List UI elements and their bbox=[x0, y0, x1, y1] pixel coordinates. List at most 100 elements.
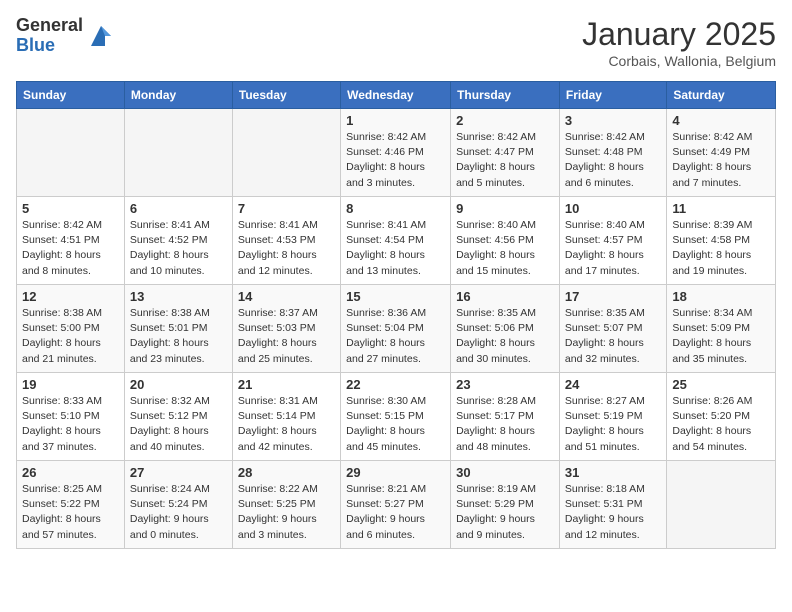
page-header: General Blue January 2025 Corbais, Wallo… bbox=[16, 16, 776, 69]
calendar-week-row: 5 Sunrise: 8:42 AM Sunset: 4:51 PM Daylig… bbox=[17, 197, 776, 285]
calendar-cell: 14 Sunrise: 8:37 AM Sunset: 5:03 PM Dayli… bbox=[232, 285, 340, 373]
calendar-cell bbox=[124, 109, 232, 197]
calendar-cell: 12 Sunrise: 8:38 AM Sunset: 5:00 PM Dayli… bbox=[17, 285, 125, 373]
calendar-cell: 19Sunrise: 8:33 AM Sunset: 5:10 PM Dayli… bbox=[17, 373, 125, 461]
day-info: Sunrise: 8:38 AM Sunset: 5:01 PM Dayligh… bbox=[130, 306, 227, 367]
calendar-cell: 30 Sunrise: 8:19 AM Sunset: 5:29 PM Dayli… bbox=[451, 461, 560, 549]
day-info: Sunrise: 8:38 AM Sunset: 5:00 PM Dayligh… bbox=[22, 306, 119, 367]
calendar-cell: 28 Sunrise: 8:22 AM Sunset: 5:25 PM Dayli… bbox=[232, 461, 340, 549]
calendar-cell: 31 Sunrise: 8:18 AM Sunset: 5:31 PM Dayli… bbox=[559, 461, 666, 549]
day-info: Sunrise: 8:18 AM Sunset: 5:31 PM Dayligh… bbox=[565, 482, 661, 543]
calendar-cell: 21 Sunrise: 8:31 AM Sunset: 5:14 PM Dayli… bbox=[232, 373, 340, 461]
title-block: January 2025 Corbais, Wallonia, Belgium bbox=[582, 16, 776, 69]
logo-blue: Blue bbox=[16, 36, 83, 56]
day-info: Sunrise: 8:22 AM Sunset: 5:25 PM Dayligh… bbox=[238, 482, 335, 543]
calendar-cell: 16 Sunrise: 8:35 AM Sunset: 5:06 PM Dayli… bbox=[451, 285, 560, 373]
weekday-header: Tuesday bbox=[232, 82, 340, 109]
day-number: 3 bbox=[565, 113, 661, 128]
calendar-cell: 25 Sunrise: 8:26 AM Sunset: 5:20 PM Dayli… bbox=[667, 373, 776, 461]
day-info: Sunrise: 8:41 AM Sunset: 4:54 PM Dayligh… bbox=[346, 218, 445, 279]
weekday-header: Wednesday bbox=[341, 82, 451, 109]
day-info: Sunrise: 8:42 AM Sunset: 4:51 PM Dayligh… bbox=[22, 218, 119, 279]
calendar-cell: 11 Sunrise: 8:39 AM Sunset: 4:58 PM Dayli… bbox=[667, 197, 776, 285]
calendar-cell: 2 Sunrise: 8:42 AM Sunset: 4:47 PM Daylig… bbox=[451, 109, 560, 197]
weekday-header: Sunday bbox=[17, 82, 125, 109]
calendar-cell: 4Sunrise: 8:42 AM Sunset: 4:49 PM Daylig… bbox=[667, 109, 776, 197]
day-info: Sunrise: 8:42 AM Sunset: 4:46 PM Dayligh… bbox=[346, 130, 445, 191]
day-info: Sunrise: 8:40 AM Sunset: 4:57 PM Dayligh… bbox=[565, 218, 661, 279]
calendar-week-row: 26 Sunrise: 8:25 AM Sunset: 5:22 PM Dayli… bbox=[17, 461, 776, 549]
calendar-week-row: 19Sunrise: 8:33 AM Sunset: 5:10 PM Dayli… bbox=[17, 373, 776, 461]
day-number: 27 bbox=[130, 465, 227, 480]
calendar-cell bbox=[667, 461, 776, 549]
day-info: Sunrise: 8:19 AM Sunset: 5:29 PM Dayligh… bbox=[456, 482, 554, 543]
calendar-cell: 20 Sunrise: 8:32 AM Sunset: 5:12 PM Dayli… bbox=[124, 373, 232, 461]
day-info: Sunrise: 8:35 AM Sunset: 5:07 PM Dayligh… bbox=[565, 306, 661, 367]
calendar-cell bbox=[232, 109, 340, 197]
calendar-cell: 5 Sunrise: 8:42 AM Sunset: 4:51 PM Daylig… bbox=[17, 197, 125, 285]
day-info: Sunrise: 8:21 AM Sunset: 5:27 PM Dayligh… bbox=[346, 482, 445, 543]
day-number: 18 bbox=[672, 289, 770, 304]
calendar-week-row: 12 Sunrise: 8:38 AM Sunset: 5:00 PM Dayli… bbox=[17, 285, 776, 373]
day-number: 14 bbox=[238, 289, 335, 304]
weekday-header: Saturday bbox=[667, 82, 776, 109]
day-number: 21 bbox=[238, 377, 335, 392]
calendar-cell: 26 Sunrise: 8:25 AM Sunset: 5:22 PM Dayli… bbox=[17, 461, 125, 549]
day-info: Sunrise: 8:30 AM Sunset: 5:15 PM Dayligh… bbox=[346, 394, 445, 455]
day-number: 8 bbox=[346, 201, 445, 216]
day-number: 12 bbox=[22, 289, 119, 304]
day-number: 29 bbox=[346, 465, 445, 480]
day-number: 5 bbox=[22, 201, 119, 216]
day-info: Sunrise: 8:39 AM Sunset: 4:58 PM Dayligh… bbox=[672, 218, 770, 279]
day-number: 30 bbox=[456, 465, 554, 480]
calendar-cell: 13 Sunrise: 8:38 AM Sunset: 5:01 PM Dayli… bbox=[124, 285, 232, 373]
day-number: 2 bbox=[456, 113, 554, 128]
calendar-cell: 15 Sunrise: 8:36 AM Sunset: 5:04 PM Dayli… bbox=[341, 285, 451, 373]
day-number: 20 bbox=[130, 377, 227, 392]
day-number: 23 bbox=[456, 377, 554, 392]
day-number: 15 bbox=[346, 289, 445, 304]
day-number: 13 bbox=[130, 289, 227, 304]
calendar-cell bbox=[17, 109, 125, 197]
day-number: 16 bbox=[456, 289, 554, 304]
day-info: Sunrise: 8:42 AM Sunset: 4:48 PM Dayligh… bbox=[565, 130, 661, 191]
day-info: Sunrise: 8:33 AM Sunset: 5:10 PM Dayligh… bbox=[22, 394, 119, 455]
day-number: 28 bbox=[238, 465, 335, 480]
day-info: Sunrise: 8:26 AM Sunset: 5:20 PM Dayligh… bbox=[672, 394, 770, 455]
day-info: Sunrise: 8:36 AM Sunset: 5:04 PM Dayligh… bbox=[346, 306, 445, 367]
day-info: Sunrise: 8:35 AM Sunset: 5:06 PM Dayligh… bbox=[456, 306, 554, 367]
day-number: 17 bbox=[565, 289, 661, 304]
day-info: Sunrise: 8:32 AM Sunset: 5:12 PM Dayligh… bbox=[130, 394, 227, 455]
calendar-cell: 8 Sunrise: 8:41 AM Sunset: 4:54 PM Daylig… bbox=[341, 197, 451, 285]
logo-general: General bbox=[16, 16, 83, 36]
day-number: 1 bbox=[346, 113, 445, 128]
weekday-header: Thursday bbox=[451, 82, 560, 109]
day-number: 10 bbox=[565, 201, 661, 216]
day-info: Sunrise: 8:42 AM Sunset: 4:47 PM Dayligh… bbox=[456, 130, 554, 191]
calendar-cell: 6Sunrise: 8:41 AM Sunset: 4:52 PM Daylig… bbox=[124, 197, 232, 285]
day-info: Sunrise: 8:24 AM Sunset: 5:24 PM Dayligh… bbox=[130, 482, 227, 543]
location-subtitle: Corbais, Wallonia, Belgium bbox=[582, 53, 776, 69]
day-info: Sunrise: 8:25 AM Sunset: 5:22 PM Dayligh… bbox=[22, 482, 119, 543]
day-info: Sunrise: 8:31 AM Sunset: 5:14 PM Dayligh… bbox=[238, 394, 335, 455]
weekday-row: SundayMondayTuesdayWednesdayThursdayFrid… bbox=[17, 82, 776, 109]
day-number: 11 bbox=[672, 201, 770, 216]
calendar-header: SundayMondayTuesdayWednesdayThursdayFrid… bbox=[17, 82, 776, 109]
day-number: 4 bbox=[672, 113, 770, 128]
day-info: Sunrise: 8:28 AM Sunset: 5:17 PM Dayligh… bbox=[456, 394, 554, 455]
day-number: 26 bbox=[22, 465, 119, 480]
day-number: 25 bbox=[672, 377, 770, 392]
calendar-cell: 9Sunrise: 8:40 AM Sunset: 4:56 PM Daylig… bbox=[451, 197, 560, 285]
day-info: Sunrise: 8:40 AM Sunset: 4:56 PM Dayligh… bbox=[456, 218, 554, 279]
day-number: 7 bbox=[238, 201, 335, 216]
day-info: Sunrise: 8:34 AM Sunset: 5:09 PM Dayligh… bbox=[672, 306, 770, 367]
day-number: 31 bbox=[565, 465, 661, 480]
calendar-cell: 3 Sunrise: 8:42 AM Sunset: 4:48 PM Daylig… bbox=[559, 109, 666, 197]
calendar-week-row: 1 Sunrise: 8:42 AM Sunset: 4:46 PM Daylig… bbox=[17, 109, 776, 197]
calendar-cell: 29 Sunrise: 8:21 AM Sunset: 5:27 PM Dayli… bbox=[341, 461, 451, 549]
day-number: 6 bbox=[130, 201, 227, 216]
calendar-cell: 1 Sunrise: 8:42 AM Sunset: 4:46 PM Daylig… bbox=[341, 109, 451, 197]
day-info: Sunrise: 8:37 AM Sunset: 5:03 PM Dayligh… bbox=[238, 306, 335, 367]
calendar-cell: 27 Sunrise: 8:24 AM Sunset: 5:24 PM Dayli… bbox=[124, 461, 232, 549]
calendar-cell: 23 Sunrise: 8:28 AM Sunset: 5:17 PM Dayli… bbox=[451, 373, 560, 461]
